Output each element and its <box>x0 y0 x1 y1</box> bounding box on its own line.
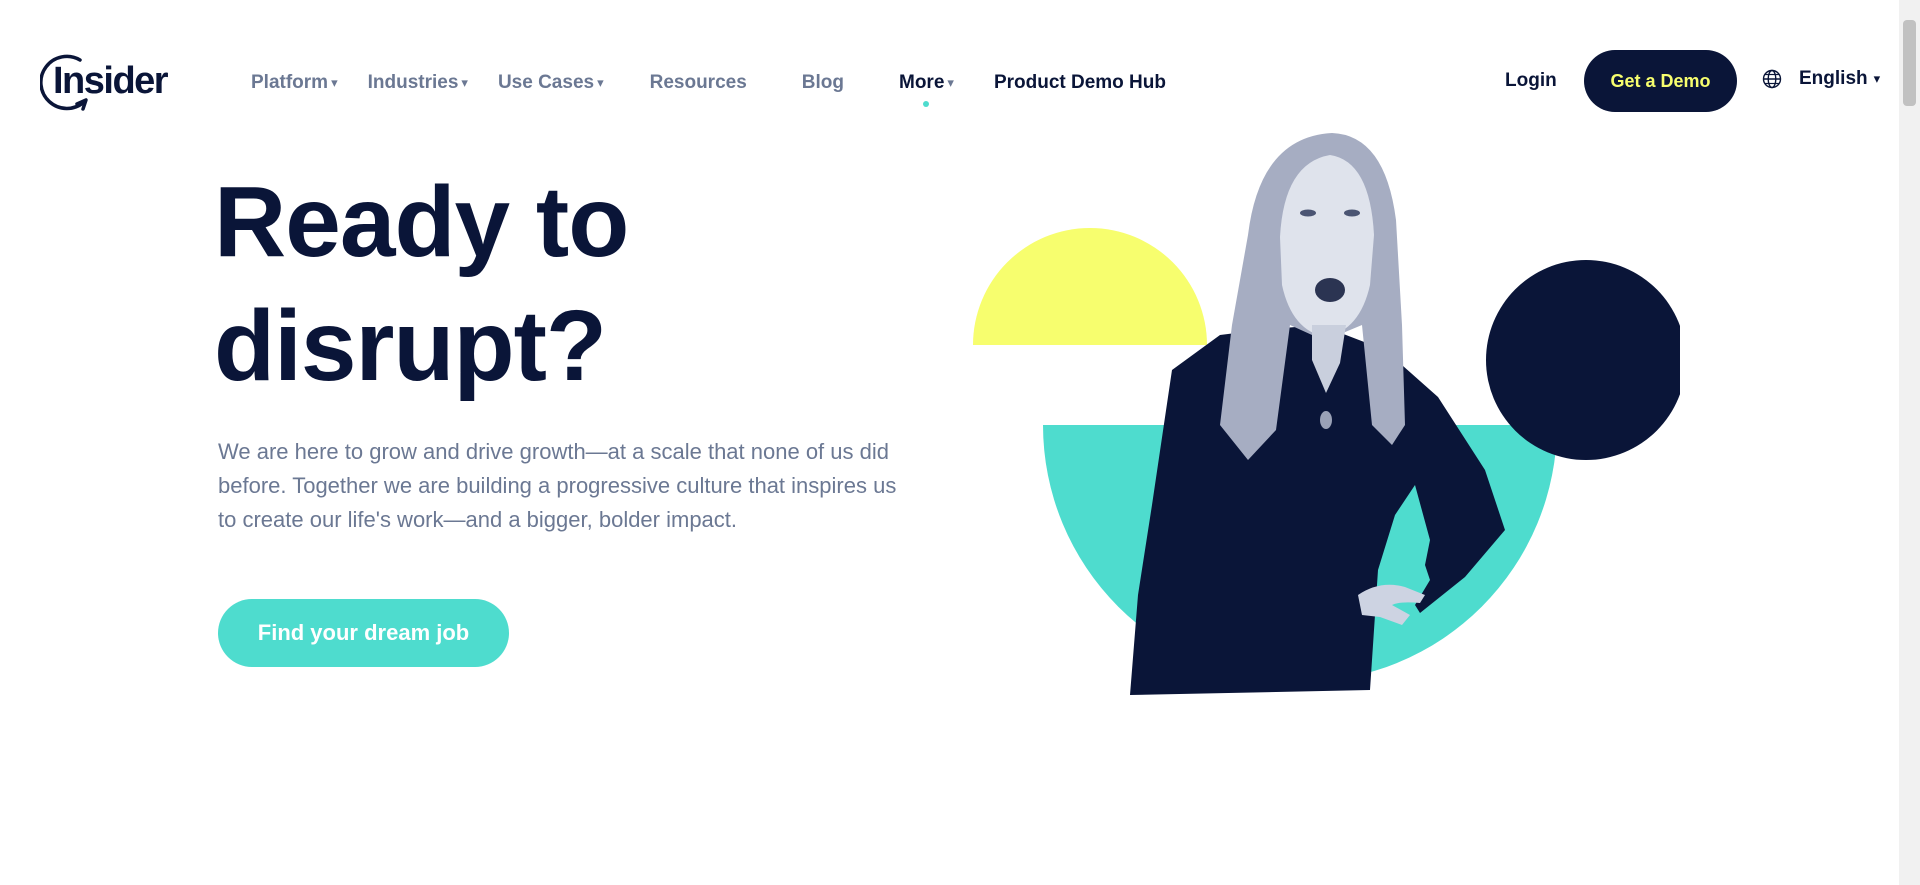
person-mouth <box>1315 278 1345 302</box>
person-eye-right <box>1344 209 1360 217</box>
nav-more-label: More <box>899 72 945 93</box>
scrollbar-thumb[interactable] <box>1903 20 1916 106</box>
caret-down-icon: ▾ <box>331 75 338 90</box>
nav-blog-label: Blog <box>801 72 844 93</box>
login-link[interactable]: Login <box>1505 70 1557 92</box>
logo-text: Insider <box>53 59 169 102</box>
hero-title-line-1: Ready to <box>214 166 629 278</box>
navy-circle-shape <box>1486 260 1680 460</box>
nav-more[interactable]: More ▾ <box>899 72 954 107</box>
yellow-semicircle-shape <box>973 228 1207 345</box>
nav-resources-label: Resources <box>649 72 747 93</box>
person-eye-left <box>1300 209 1316 217</box>
main-nav: Platform ▾ Industries ▾ Use Cases ▾ Reso… <box>251 70 1166 107</box>
hero-title-line-2: disrupt? <box>214 290 607 402</box>
nav-platform-label: Platform <box>251 72 329 93</box>
language-label: English <box>1799 68 1868 89</box>
nav-platform[interactable]: Platform ▾ <box>251 72 338 94</box>
caret-down-icon: ▾ <box>947 75 954 90</box>
caret-down-icon: ▾ <box>1873 71 1881 86</box>
nav-use-cases-label: Use Cases <box>497 72 595 93</box>
insider-logo[interactable]: Insider <box>40 50 169 112</box>
page-scrollbar[interactable] <box>1899 0 1920 885</box>
nav-industries[interactable]: Industries ▾ <box>368 72 468 94</box>
nav-resources[interactable]: Resources <box>650 72 747 94</box>
hero-illustration <box>973 133 1680 695</box>
caret-down-icon: ▾ <box>461 75 468 90</box>
hero-description: We are here to grow and drive growth—at … <box>218 439 897 532</box>
careers-page: Insider Platform ▾ Industries ▾ Use Case… <box>0 0 1899 885</box>
nav-use-cases[interactable]: Use Cases ▾ <box>498 72 604 94</box>
hero-title: Ready to disrupt? <box>214 160 774 408</box>
nav-industries-label: Industries <box>367 72 459 93</box>
nav-blog[interactable]: Blog <box>802 72 844 94</box>
get-a-demo-button[interactable]: Get a Demo <box>1584 50 1737 112</box>
caret-down-icon: ▾ <box>597 75 604 90</box>
globe-icon <box>1762 69 1782 89</box>
nav-product-demo-hub-label: Product Demo Hub <box>993 72 1166 93</box>
find-dream-job-button[interactable]: Find your dream job <box>218 599 509 667</box>
person-face-shape <box>1280 155 1374 337</box>
person-body-shape <box>1130 325 1505 695</box>
nav-product-demo-hub[interactable]: Product Demo Hub <box>994 72 1166 94</box>
language-selector[interactable]: English ▾ <box>1761 68 1880 90</box>
active-indicator-dot <box>923 101 930 107</box>
pendant-shape <box>1320 411 1332 429</box>
